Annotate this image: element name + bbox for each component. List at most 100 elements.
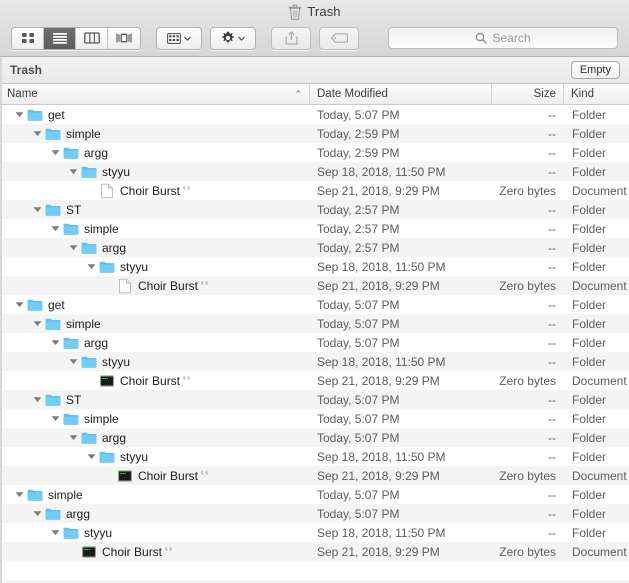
file-name-cell[interactable]: ST xyxy=(0,200,310,219)
empty-trash-button[interactable]: Empty xyxy=(570,61,620,79)
table-row[interactable]: ST Today, 5:07 PM -- Folder xyxy=(0,390,629,409)
file-name-cell[interactable]: Choir Burst ˢˢ xyxy=(0,542,310,561)
kind-cell: Document xyxy=(572,183,627,198)
disclosure-triangle[interactable] xyxy=(50,337,61,348)
tag-button[interactable] xyxy=(319,26,359,50)
table-row[interactable]: argg Today, 5:07 PM -- Folder xyxy=(0,428,629,447)
file-name-cell[interactable]: simple xyxy=(0,219,310,238)
columns-icon xyxy=(83,32,100,44)
window-title-area: Trash xyxy=(0,1,629,22)
disclosure-triangle[interactable] xyxy=(50,527,61,538)
file-name-cell[interactable]: styyu xyxy=(0,523,310,542)
file-name-cell[interactable]: styyu xyxy=(0,257,310,276)
table-row[interactable]: ST Today, 2:57 PM -- Folder xyxy=(0,200,629,219)
file-name-cell[interactable]: ST xyxy=(0,390,310,409)
file-name-cell[interactable]: styyu xyxy=(0,352,310,371)
file-name-cell[interactable]: Choir Burst ˢˢ xyxy=(0,276,310,295)
icon-view-button[interactable] xyxy=(12,27,44,49)
file-name-cell[interactable]: argg xyxy=(0,428,310,447)
table-row[interactable]: simple Today, 5:07 PM -- Folder xyxy=(0,314,629,333)
table-row[interactable]: argg Today, 2:57 PM -- Folder xyxy=(0,238,629,257)
view-mode-segmented-control[interactable] xyxy=(11,26,141,50)
file-name-cell[interactable]: simple xyxy=(0,485,310,504)
disclosure-triangle[interactable] xyxy=(86,451,97,462)
file-name-cell[interactable]: argg xyxy=(0,238,310,257)
search-icon xyxy=(476,32,488,44)
table-row[interactable]: simple Today, 2:57 PM -- Folder xyxy=(0,219,629,238)
file-name-cell[interactable]: argg xyxy=(0,504,310,523)
column-view-button[interactable] xyxy=(76,27,108,49)
file-name-cell[interactable]: Choir Burst ˢˢ xyxy=(0,181,310,200)
arrange-button[interactable] xyxy=(156,26,202,50)
disclosure-triangle[interactable] xyxy=(32,204,43,215)
file-name-label: Choir Burst xyxy=(120,373,181,388)
file-name-cell[interactable]: argg xyxy=(0,333,310,352)
table-row[interactable]: argg Today, 5:07 PM -- Folder xyxy=(0,504,629,523)
table-row[interactable]: styyu Sep 18, 2018, 11:50 PM -- Folder xyxy=(0,162,629,181)
disclosure-triangle[interactable] xyxy=(32,318,43,329)
disclosure-triangle[interactable] xyxy=(14,109,25,120)
disclosure-triangle[interactable] xyxy=(68,432,79,443)
disclosure-triangle[interactable] xyxy=(68,242,79,253)
column-header-date-modified[interactable]: Date Modified xyxy=(310,84,492,104)
search-field[interactable]: Search xyxy=(388,27,618,49)
file-name-cell[interactable]: get xyxy=(0,295,310,314)
disclosure-triangle[interactable] xyxy=(50,223,61,234)
table-row[interactable]: simple Today, 5:07 PM -- Folder xyxy=(0,409,629,428)
file-name-cell[interactable]: simple xyxy=(0,314,310,333)
kind-cell: Folder xyxy=(572,145,607,160)
table-row[interactable]: Choir Burst ˢˢ Sep 21, 2018, 9:29 PM Zero b… xyxy=(0,276,629,295)
file-name-cell[interactable]: get xyxy=(0,105,310,124)
table-row[interactable]: argg Today, 2:59 PM -- Folder xyxy=(0,143,629,162)
table-row[interactable]: simple Today, 5:07 PM -- Folder xyxy=(0,485,629,504)
table-row[interactable]: styyu Sep 18, 2018, 11:50 PM -- Folder xyxy=(0,257,629,276)
action-button[interactable] xyxy=(210,26,256,50)
table-row[interactable]: styyu Sep 18, 2018, 11:50 PM -- Folder xyxy=(0,523,629,542)
file-name-label: get xyxy=(48,107,65,122)
table-row[interactable]: styyu Sep 18, 2018, 11:50 PM -- Folder xyxy=(0,352,629,371)
table-row[interactable]: Choir Burst ˢˢ Sep 21, 2018, 9:29 PM Zero b… xyxy=(0,466,629,485)
share-button[interactable] xyxy=(271,26,311,50)
list-view-button[interactable] xyxy=(44,27,76,49)
table-row[interactable]: simple Today, 2:59 PM -- Folder xyxy=(0,124,629,143)
file-name-cell[interactable]: simple xyxy=(0,124,310,143)
kind-cell: Document xyxy=(572,544,627,559)
kind-cell: Folder xyxy=(572,107,607,122)
column-header-kind[interactable]: Kind xyxy=(564,84,629,104)
table-row[interactable]: argg Today, 5:07 PM -- Folder xyxy=(0,333,629,352)
table-row[interactable]: get Today, 5:07 PM -- Folder xyxy=(0,105,629,124)
disclosure-triangle[interactable] xyxy=(32,394,43,405)
disclosure-triangle[interactable] xyxy=(68,166,79,177)
column-header-name[interactable]: Name ⌃ xyxy=(0,84,310,104)
file-name-cell[interactable]: argg xyxy=(0,143,310,162)
disclosure-triangle[interactable] xyxy=(14,489,25,500)
file-name-cell[interactable]: styyu xyxy=(0,447,310,466)
disclosure-triangle[interactable] xyxy=(86,261,97,272)
table-row[interactable]: Choir Burst ˢˢ Sep 21, 2018, 9:29 PM Zero b… xyxy=(0,371,629,390)
table-row[interactable]: Choir Burst ˢˢ Sep 21, 2018, 9:29 PM Zero b… xyxy=(0,542,629,561)
folder-icon xyxy=(45,318,61,330)
file-name-cell[interactable]: simple xyxy=(0,409,310,428)
file-name-cell[interactable]: Choir Burst ˢˢ xyxy=(0,371,310,390)
table-row[interactable]: Choir Burst ˢˢ Sep 21, 2018, 9:29 PM Zero b… xyxy=(0,181,629,200)
gallery-view-button[interactable] xyxy=(108,27,140,49)
disclosure-triangle[interactable] xyxy=(32,508,43,519)
disclosure-triangle[interactable] xyxy=(50,413,61,424)
disclosure-triangle[interactable] xyxy=(14,299,25,310)
disclosure-triangle[interactable] xyxy=(68,356,79,367)
size-cell: -- xyxy=(548,506,556,521)
file-list[interactable]: get Today, 5:07 PM -- Folder simple Today, 2:… xyxy=(0,105,629,583)
size-cell: -- xyxy=(548,316,556,331)
table-row[interactable]: get Today, 5:07 PM -- Folder xyxy=(0,295,629,314)
table-row[interactable]: styyu Sep 18, 2018, 11:50 PM -- Folder xyxy=(0,447,629,466)
disclosure-triangle[interactable] xyxy=(32,128,43,139)
disclosure-triangle[interactable] xyxy=(50,147,61,158)
file-name-cell[interactable]: styyu xyxy=(0,162,310,181)
kind-cell: Folder xyxy=(572,354,607,369)
file-name-label: simple xyxy=(48,487,83,502)
column-header-size[interactable]: Size xyxy=(492,84,564,104)
file-name-cell[interactable]: Choir Burst ˢˢ xyxy=(0,466,310,485)
grid-icon xyxy=(21,33,34,43)
kind-cell: Folder xyxy=(572,392,607,407)
window-title: Trash xyxy=(307,4,341,19)
